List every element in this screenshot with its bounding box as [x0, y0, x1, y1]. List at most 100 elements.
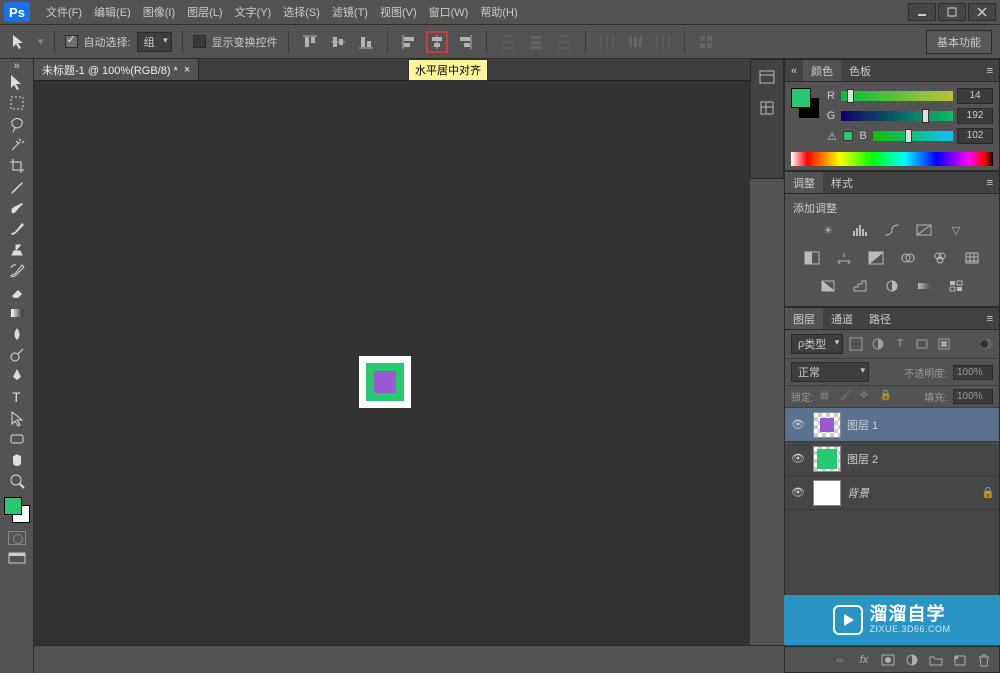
workspace-button[interactable]: 基本功能	[926, 30, 992, 54]
layer-row[interactable]: 👁 图层 1	[785, 408, 999, 442]
lasso-tool[interactable]	[4, 113, 30, 134]
bw-icon[interactable]	[865, 248, 887, 268]
shape-tool[interactable]	[4, 428, 30, 449]
r-value[interactable]: 14	[957, 88, 993, 104]
blend-mode-dropdown[interactable]: 正常	[791, 362, 869, 382]
window-maximize[interactable]	[938, 3, 966, 21]
menu-help[interactable]: 帮助(H)	[474, 4, 523, 20]
visibility-icon[interactable]: 👁	[789, 452, 807, 465]
history-panel-icon[interactable]	[758, 68, 776, 89]
brush-tool[interactable]	[4, 218, 30, 239]
panel-collapse-icon[interactable]: «	[785, 60, 803, 81]
align-horizontal-centers[interactable]	[426, 31, 448, 53]
align-vertical-centers[interactable]	[327, 31, 349, 53]
r-slider[interactable]	[841, 91, 953, 101]
lock-position-icon[interactable]: ✥	[860, 390, 874, 404]
delete-layer-icon[interactable]	[975, 651, 993, 669]
visibility-icon[interactable]: 👁	[789, 418, 807, 431]
align-right-edges[interactable]	[454, 31, 476, 53]
pen-tool[interactable]	[4, 365, 30, 386]
menu-view[interactable]: 视图(V)	[374, 4, 423, 20]
filter-type-icon[interactable]: T	[891, 335, 909, 353]
show-transform-checkbox[interactable]	[193, 35, 206, 48]
healing-brush-tool[interactable]	[4, 197, 30, 218]
channel-mixer-icon[interactable]	[929, 248, 951, 268]
layer-row[interactable]: 👁 图层 2	[785, 442, 999, 476]
adjustment-layer-icon[interactable]	[903, 651, 921, 669]
layer-fx-icon[interactable]: fx	[855, 651, 873, 669]
visibility-icon[interactable]: 👁	[789, 486, 807, 499]
layer-thumbnail[interactable]	[813, 480, 841, 506]
filter-smart-icon[interactable]	[935, 335, 953, 353]
properties-panel-icon[interactable]	[758, 99, 776, 120]
menu-edit[interactable]: 编辑(E)	[88, 4, 137, 20]
group-icon[interactable]	[927, 651, 945, 669]
opacity-value[interactable]: 100%	[953, 365, 993, 380]
g-slider[interactable]	[841, 111, 953, 121]
auto-select-checkbox[interactable]	[65, 35, 78, 48]
filter-pixel-icon[interactable]	[847, 335, 865, 353]
lock-pixels-icon[interactable]: 🖌	[840, 390, 854, 404]
filter-adjustment-icon[interactable]	[869, 335, 887, 353]
foreground-color-swatch[interactable]	[4, 497, 22, 515]
canvas[interactable]	[34, 81, 750, 645]
layer-name[interactable]: 图层 2	[847, 451, 995, 467]
layer-thumbnail[interactable]	[813, 446, 841, 472]
layer-mask-icon[interactable]	[879, 651, 897, 669]
layer-filter-dropdown[interactable]: ρ 类型	[791, 334, 843, 354]
gradient-map-icon[interactable]	[913, 276, 935, 296]
tab-styles[interactable]: 样式	[823, 172, 861, 193]
panel-menu-icon[interactable]: ≡	[981, 60, 999, 81]
tab-paths[interactable]: 路径	[861, 308, 899, 329]
screen-mode-toggle[interactable]	[6, 551, 28, 567]
marquee-tool[interactable]	[4, 92, 30, 113]
eraser-tool[interactable]	[4, 281, 30, 302]
zoom-tool[interactable]	[4, 470, 30, 491]
exposure-icon[interactable]	[913, 220, 935, 240]
auto-select-dropdown[interactable]: 组	[137, 32, 172, 52]
history-brush-tool[interactable]	[4, 260, 30, 281]
blur-tool[interactable]	[4, 323, 30, 344]
menu-filter[interactable]: 滤镜(T)	[326, 4, 374, 20]
layer-row[interactable]: 👁 背景 🔒	[785, 476, 999, 510]
b-slider[interactable]	[873, 131, 953, 141]
layer-name[interactable]: 背景	[847, 485, 975, 501]
filter-shape-icon[interactable]	[913, 335, 931, 353]
close-tab-icon[interactable]: ×	[184, 64, 190, 76]
tab-channels[interactable]: 通道	[823, 308, 861, 329]
type-tool[interactable]: T	[4, 386, 30, 407]
window-close[interactable]	[968, 3, 996, 21]
window-minimize[interactable]	[908, 3, 936, 21]
b-value[interactable]: 102	[957, 128, 993, 144]
lock-all-icon[interactable]: 🔒	[880, 390, 894, 404]
gamut-warning-icon[interactable]: ⚠	[825, 130, 839, 142]
invert-icon[interactable]	[817, 276, 839, 296]
panel-menu-icon[interactable]: ≡	[981, 172, 999, 193]
panel-color-swatch[interactable]	[791, 88, 819, 118]
curves-icon[interactable]	[881, 220, 903, 240]
color-spectrum[interactable]	[791, 152, 993, 166]
menu-file[interactable]: 文件(F)	[40, 4, 88, 20]
tab-swatches[interactable]: 色板	[841, 60, 879, 81]
hand-tool[interactable]	[4, 449, 30, 470]
lock-transparency-icon[interactable]: ▦	[820, 390, 834, 404]
color-swatches[interactable]	[4, 497, 30, 523]
filter-toggle[interactable]	[979, 339, 993, 349]
eyedropper-tool[interactable]	[4, 176, 30, 197]
tab-color[interactable]: 颜色	[803, 60, 841, 81]
tab-adjust[interactable]: 调整	[785, 172, 823, 193]
selective-color-icon[interactable]	[945, 276, 967, 296]
link-layers-icon[interactable]: ⇔	[831, 651, 849, 669]
dodge-tool[interactable]	[4, 344, 30, 365]
layer-name[interactable]: 图层 1	[847, 417, 995, 433]
menu-select[interactable]: 选择(S)	[277, 4, 326, 20]
photo-filter-icon[interactable]	[897, 248, 919, 268]
threshold-icon[interactable]	[881, 276, 903, 296]
panel-menu-icon[interactable]: ≡	[981, 308, 999, 329]
document-canvas[interactable]	[359, 356, 411, 408]
crop-tool[interactable]	[4, 155, 30, 176]
layer-thumbnail[interactable]	[813, 412, 841, 438]
align-top-edges[interactable]	[299, 31, 321, 53]
align-left-edges[interactable]	[398, 31, 420, 53]
menu-window[interactable]: 窗口(W)	[423, 4, 475, 20]
